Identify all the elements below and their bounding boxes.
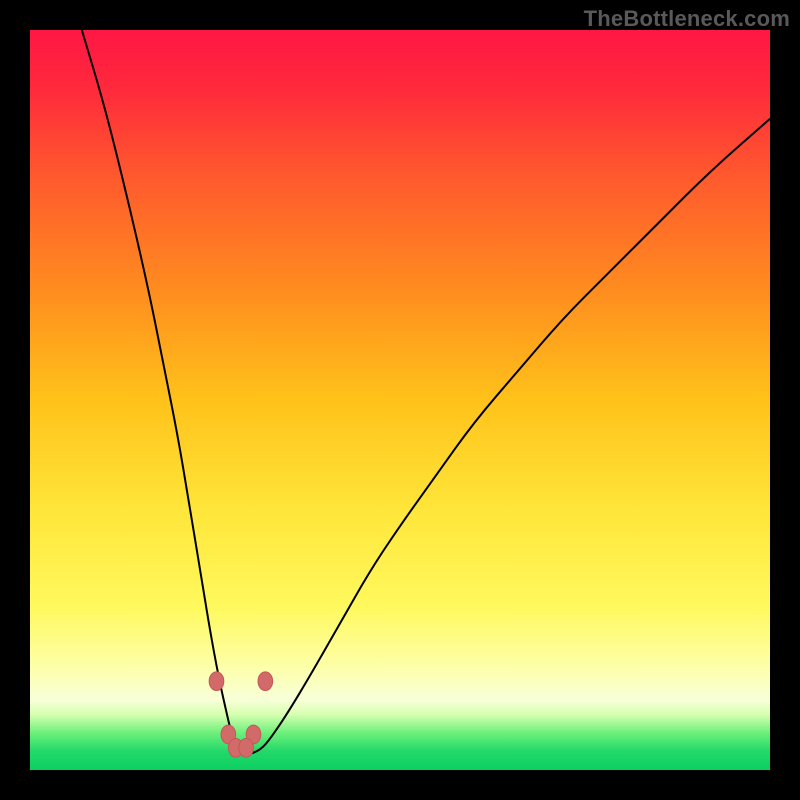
plot-area [30,30,770,770]
curve-marker [239,738,254,757]
curve-marker [258,672,273,691]
gradient-background [30,30,770,770]
chart-svg [30,30,770,770]
watermark-text: TheBottleneck.com [584,6,790,32]
chart-frame: TheBottleneck.com [0,0,800,800]
curve-marker [209,672,224,691]
